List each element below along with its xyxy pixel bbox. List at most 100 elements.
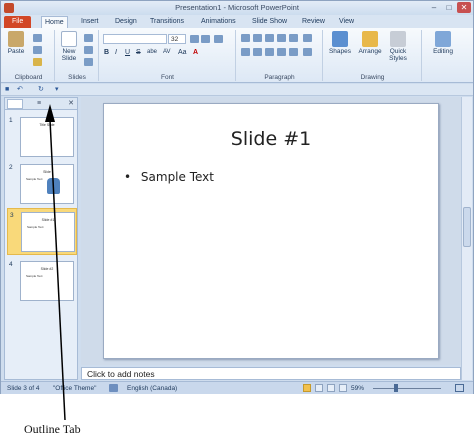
normal-view-icon[interactable] <box>303 384 311 392</box>
slide-thumbnail[interactable]: 2 Slide Sample Text <box>7 161 77 208</box>
spacing-button[interactable]: AV <box>163 49 171 55</box>
paste-button[interactable]: Paste <box>5 31 27 55</box>
bold-button[interactable]: B <box>104 49 109 56</box>
new-slide-button[interactable]: New Slide <box>58 31 80 62</box>
align-center-icon[interactable] <box>253 48 262 56</box>
title-bar: Presentation1 - Microsoft PowerPoint – □… <box>1 1 473 15</box>
thumb-preview: Slide #2 Sample Text <box>20 261 74 301</box>
redo-icon[interactable]: ↻ <box>38 86 46 94</box>
slide-count: Slide 3 of 4 <box>7 385 40 392</box>
paragraph-group-label: Paragraph <box>264 74 295 81</box>
cut-icon[interactable] <box>33 34 42 42</box>
slide-editor: Slide #1 • Sample Text <box>81 97 461 365</box>
align-left-icon[interactable] <box>241 48 250 56</box>
smartart-icon[interactable] <box>303 48 312 56</box>
tab-slides-icon[interactable] <box>7 99 23 109</box>
increase-indent-icon[interactable] <box>277 34 286 42</box>
slide-thumbnail[interactable]: 4 Slide #2 Sample Text <box>7 258 77 305</box>
font-group: 32 B I U S abe AV Aa A Font <box>100 30 236 81</box>
tab-design[interactable]: Design <box>112 16 140 28</box>
grow-font-icon[interactable] <box>190 35 199 43</box>
section-icon[interactable] <box>84 58 93 66</box>
justify-icon[interactable] <box>277 48 286 56</box>
vertical-scrollbar[interactable] <box>461 97 472 380</box>
font-name-field[interactable] <box>103 34 167 44</box>
save-icon[interactable]: ■ <box>5 86 13 94</box>
tab-slide-show[interactable]: Slide Show <box>249 16 290 28</box>
maximize-button[interactable]: □ <box>442 2 456 13</box>
shrink-font-icon[interactable] <box>201 35 210 43</box>
line-spacing-icon[interactable] <box>289 34 298 42</box>
thumb-number: 3 <box>10 212 14 219</box>
pane-close-icon[interactable]: ✕ <box>63 99 79 109</box>
tab-transitions[interactable]: Transitions <box>147 16 187 28</box>
align-right-icon[interactable] <box>265 48 274 56</box>
columns-icon[interactable] <box>289 48 298 56</box>
zoom-level[interactable]: 59% <box>351 385 364 392</box>
notes-pane[interactable]: Click to add notes <box>81 367 461 380</box>
font-size-field[interactable]: 32 <box>168 34 186 44</box>
slide-sorter-icon[interactable] <box>315 384 323 392</box>
tab-view[interactable]: View <box>336 16 357 28</box>
shadow-button[interactable]: abe <box>147 49 157 55</box>
tab-insert[interactable]: Insert <box>78 16 102 28</box>
close-button[interactable]: ✕ <box>457 2 471 13</box>
copy-icon[interactable] <box>33 46 42 54</box>
customize-chevron-down-icon[interactable]: ▾ <box>55 86 63 94</box>
shapes-icon <box>332 31 348 47</box>
slide-thumbnail[interactable]: 1 Title Slide <box>7 114 77 161</box>
shape-thumbnail <box>47 178 60 194</box>
font-color-button[interactable]: A <box>193 49 198 56</box>
shapes-button[interactable]: Shapes <box>326 31 354 55</box>
quick-styles-button[interactable]: Quick Styles <box>386 31 410 62</box>
language[interactable]: English (Canada) <box>127 385 177 392</box>
reading-view-icon[interactable] <box>327 384 335 392</box>
format-painter-icon[interactable] <box>33 58 42 66</box>
text-direction-icon[interactable] <box>303 34 312 42</box>
find-icon <box>435 31 451 47</box>
clear-format-icon[interactable] <box>214 35 223 43</box>
fit-to-window-icon[interactable] <box>455 384 464 392</box>
slide-thumbnail-selected[interactable]: 3 Slide #1 Sample Text <box>7 208 77 255</box>
editing-group: Editing <box>423 30 463 81</box>
thumb-title: Slide #2 <box>40 267 54 271</box>
theme-name[interactable]: "Office Theme" <box>53 385 96 392</box>
slide-body[interactable]: • Sample Text <box>124 170 214 184</box>
italic-button[interactable]: I <box>115 49 117 56</box>
minimize-button[interactable]: – <box>427 2 441 13</box>
clipboard-group: Paste Clipboard <box>3 30 55 81</box>
tab-review[interactable]: Review <box>299 16 328 28</box>
slide-body-text: Sample Text <box>140 170 214 184</box>
numbering-icon[interactable] <box>253 34 262 42</box>
change-case-button[interactable]: Aa <box>178 49 187 56</box>
paste-label: Paste <box>7 48 25 55</box>
bullets-icon[interactable] <box>241 34 250 42</box>
slideshow-icon[interactable] <box>339 384 347 392</box>
thumb-body: Sample Text <box>26 274 43 278</box>
status-bar: Slide 3 of 4 "Office Theme" English (Can… <box>1 381 473 394</box>
slide-title[interactable]: Slide #1 <box>104 128 438 150</box>
tab-home[interactable]: Home <box>41 16 68 28</box>
tab-animations[interactable]: Animations <box>198 16 239 28</box>
reset-icon[interactable] <box>84 46 93 54</box>
current-slide[interactable]: Slide #1 • Sample Text <box>103 103 439 359</box>
zoom-slider-thumb[interactable] <box>394 384 398 392</box>
decrease-indent-icon[interactable] <box>265 34 274 42</box>
spell-check-icon[interactable] <box>109 384 118 392</box>
drawing-group: Shapes Arrange Quick Styles Drawing <box>324 30 422 81</box>
strikethrough-button[interactable]: S <box>136 49 141 56</box>
scrollbar-thumb[interactable] <box>463 207 471 247</box>
tab-file[interactable]: File <box>4 16 32 28</box>
outline-tab-icon[interactable]: ≡ <box>31 99 47 109</box>
slides-group-label: Slides <box>68 74 86 81</box>
zoom-slider[interactable] <box>373 388 441 389</box>
underline-button[interactable]: U <box>125 49 130 56</box>
new-slide-label: New Slide <box>61 48 77 62</box>
layout-icon[interactable] <box>84 34 93 42</box>
undo-icon[interactable]: ↶ <box>17 86 25 94</box>
drawing-group-label: Drawing <box>360 74 385 81</box>
editing-button[interactable]: Editing <box>427 31 459 55</box>
thumb-number: 2 <box>9 164 13 171</box>
thumb-number: 4 <box>9 261 13 268</box>
arrange-button[interactable]: Arrange <box>356 31 384 55</box>
